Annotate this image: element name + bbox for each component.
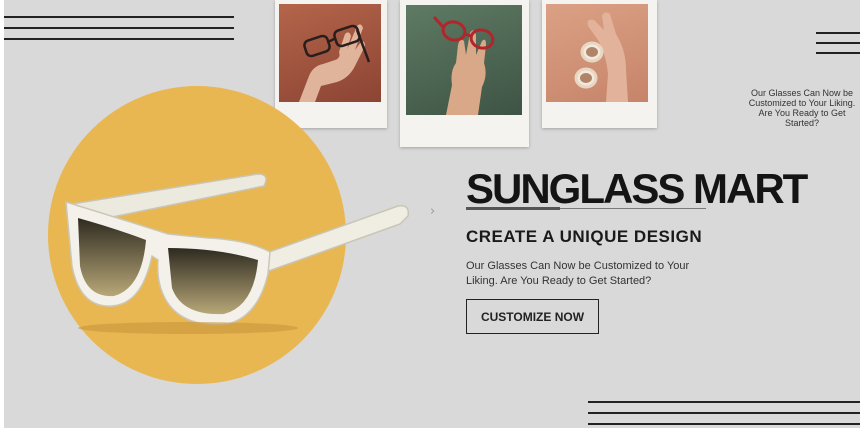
hero-description: Our Glasses Can Now be Customized to You… [466,260,690,287]
side-note-text: Our Glasses Can Now be Customized to You… [748,88,856,128]
polaroid-photo-1 [275,0,387,128]
decorative-lines-bottom-right [588,401,860,428]
decorative-lines-top-left [4,16,234,49]
hand-holding-white-sunglasses-image [546,4,648,102]
chevron-right-icon[interactable]: › [430,204,435,219]
hamburger-menu-icon[interactable] [816,32,860,54]
hand-holding-red-glasses-image [406,5,522,115]
hero-banner: Our Glasses Can Now be Customized to You… [4,0,860,428]
customize-now-button[interactable]: CUSTOMIZE NOW [466,299,599,334]
title-underline-accent [466,207,560,210]
hand-holding-eyeglasses-image [279,4,381,102]
polaroid-photo-2 [400,0,529,147]
hero-subtitle: CREATE A UNIQUE DESIGN [466,227,703,246]
white-sunglasses-image [65,173,410,334]
polaroid-photo-3 [542,0,657,128]
